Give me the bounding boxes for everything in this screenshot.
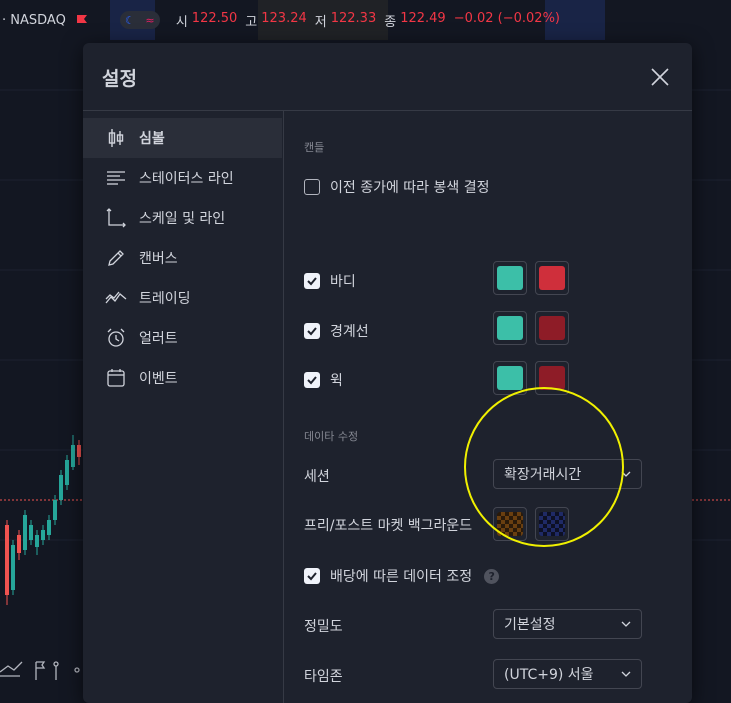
moon-icon: ☾ (125, 13, 135, 27)
low-value: 122.33 (330, 10, 377, 26)
close-label: 종 (384, 14, 397, 30)
candles-icon (105, 127, 127, 149)
wick-row: 윅 (304, 370, 343, 390)
session-toggle[interactable]: ☾ ≈ (119, 11, 160, 29)
sidebar-item-label: 심볼 (139, 131, 165, 147)
checkmark-icon (307, 572, 317, 581)
precision-row: 정밀도 (304, 616, 343, 636)
status-line-icon (105, 167, 127, 189)
high-label: 고 (245, 14, 258, 30)
precision-value: 기본설정 (504, 617, 556, 633)
wick-checkbox[interactable] (304, 372, 320, 388)
settings-content: 캔들 이전 종가에 따라 봉색 결정 바디 경계선 윅 데이타 수정 세션 확장… (283, 111, 692, 703)
prepost-row: 프리/포스트 마켓 백그라운드 (304, 515, 472, 535)
prev-close-row: 이전 종가에 따라 봉색 결정 (304, 177, 489, 197)
session-label: 세션 (304, 469, 330, 485)
wick-down-color-swatch[interactable] (535, 361, 569, 395)
session-select[interactable]: 확장거래시간 (493, 459, 642, 489)
session-value: 확장거래시간 (504, 467, 582, 483)
open-label: 시 (175, 14, 188, 30)
high-value: 123.24 (261, 10, 307, 26)
section-candles: 캔들 (304, 141, 325, 154)
swatch-fill (539, 316, 565, 340)
timezone-row: 타임존 (304, 666, 343, 686)
body-down-color-swatch[interactable] (535, 261, 569, 295)
border-up-color-swatch[interactable] (493, 311, 527, 345)
dividend-row: 배당에 따른 데이터 조정 ? (304, 566, 500, 586)
change-value: −0.02 (−0.02%) (453, 10, 561, 26)
ohlc-values: 시 122.50 고 123.24 저 122.33 종 122.49 −0.02 (−… (176, 11, 564, 30)
prepost-label: 프리/포스트 마켓 백그라운드 (304, 518, 473, 534)
sidebar-item-canvas[interactable]: 캔버스 (83, 238, 282, 278)
open-value: 122.50 (191, 10, 238, 26)
symbol-header: · NASDAQ ☾ ≈ 시 122.50 고 123.24 저 122.33 종 12… (0, 0, 731, 40)
trading-icon (105, 287, 127, 309)
prev-close-label: 이전 종가에 따라 봉색 결정 (330, 180, 490, 196)
sidebar-item-label: 스케일 및 라인 (139, 211, 226, 227)
calendar-icon (105, 367, 127, 389)
timezone-label: 타임존 (304, 669, 343, 685)
help-icon[interactable]: ? (484, 568, 500, 584)
close-icon[interactable] (648, 65, 672, 89)
border-label: 경계선 (330, 324, 369, 340)
precision-select[interactable]: 기본설정 (493, 609, 642, 639)
postmarket-color-swatch[interactable] (535, 507, 569, 541)
swatch-fill (497, 316, 523, 340)
scales-icon (105, 207, 127, 229)
wave-icon: ≈ (145, 13, 155, 27)
swatch-fill (539, 512, 565, 536)
swatch-fill (497, 366, 523, 390)
timezone-value: (UTC+9) 서울 (504, 667, 594, 683)
body-up-color-swatch[interactable] (493, 261, 527, 295)
low-label: 저 (314, 14, 327, 30)
pencil-icon (105, 247, 127, 269)
checkmark-icon (307, 277, 317, 286)
dividend-label: 배당에 따른 데이터 조정 (330, 569, 473, 585)
wick-label: 윅 (330, 373, 343, 389)
close-value: 122.49 (400, 10, 446, 26)
body-checkbox[interactable] (304, 273, 320, 289)
chevron-down-icon (621, 471, 631, 477)
sidebar-item-symbol[interactable]: 심볼 (83, 118, 282, 158)
wick-up-color-swatch[interactable] (493, 361, 527, 395)
border-checkbox[interactable] (304, 323, 320, 339)
body-row: 바디 (304, 271, 356, 291)
sidebar-item-label: 캔버스 (139, 251, 178, 267)
section-data: 데이타 수정 (304, 430, 359, 443)
dividend-checkbox[interactable] (304, 568, 320, 584)
timezone-select[interactable]: (UTC+9) 서울 (493, 659, 642, 689)
border-row: 경계선 (304, 321, 369, 341)
swatch-fill (539, 266, 565, 290)
checkmark-icon (307, 327, 317, 336)
swatch-fill (497, 512, 523, 536)
sidebar-item-scales[interactable]: 스케일 및 라인 (83, 198, 282, 238)
flag-icon[interactable] (76, 14, 88, 26)
border-down-color-swatch[interactable] (535, 311, 569, 345)
chevron-down-icon (621, 621, 631, 627)
sidebar-item-label: 트레이딩 (139, 291, 191, 307)
settings-sidebar: 심볼 스테이터스 라인 스케일 및 라인 캔버스 트레이딩 얼러트 이벤트 (83, 111, 284, 703)
symbol-name[interactable]: · NASDAQ (2, 13, 66, 28)
sidebar-item-label: 이벤트 (139, 371, 178, 387)
settings-dialog: 설정 심볼 스테이터스 라인 스케일 및 라인 캔버스 트레이딩 얼러트 이벤트… (83, 43, 692, 703)
premarket-color-swatch[interactable] (493, 507, 527, 541)
sidebar-item-label: 얼러트 (139, 331, 178, 347)
chevron-down-icon (621, 671, 631, 677)
dialog-title: 설정 (102, 68, 137, 90)
sidebar-item-label: 스테이터스 라인 (139, 171, 234, 187)
sidebar-item-events[interactable]: 이벤트 (83, 358, 282, 398)
alarm-clock-icon (105, 327, 127, 349)
precision-label: 정밀도 (304, 619, 343, 635)
swatch-fill (539, 366, 565, 390)
session-row: 세션 (304, 466, 330, 486)
sidebar-item-trading[interactable]: 트레이딩 (83, 278, 282, 318)
prev-close-checkbox[interactable] (304, 179, 320, 195)
sidebar-item-alerts[interactable]: 얼러트 (83, 318, 282, 358)
swatch-fill (497, 266, 523, 290)
checkmark-icon (307, 376, 317, 385)
body-label: 바디 (330, 274, 356, 290)
sidebar-item-status-line[interactable]: 스테이터스 라인 (83, 158, 282, 198)
